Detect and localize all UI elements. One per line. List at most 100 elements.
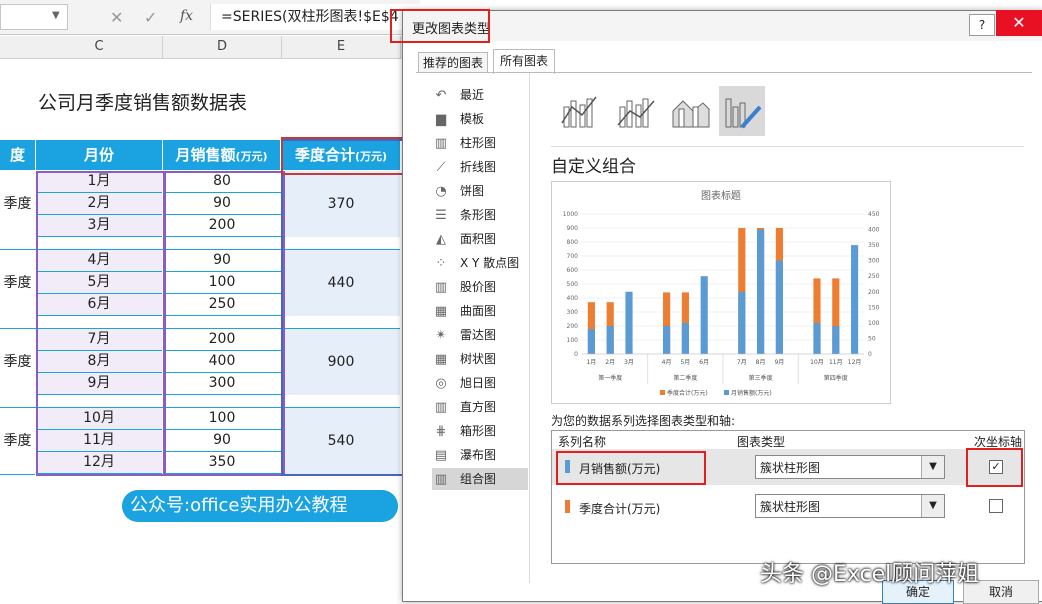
quarter-cell[interactable]: 季度 — [0, 250, 35, 317]
tab-recommended-charts[interactable]: 推荐的图表 — [418, 52, 489, 73]
col-chart-type: 图表类型 — [737, 435, 786, 449]
chart-category-icon: ◭ — [436, 232, 446, 247]
chart-category-item[interactable]: ◭ 面积图 — [432, 228, 528, 250]
x-group-label: 第四季度 — [824, 374, 848, 382]
chart-category-icon: ▤ — [434, 448, 448, 463]
chart-category-label: 最近 — [460, 88, 485, 102]
y-tick-left: 700 — [567, 253, 579, 260]
quarter-cell[interactable]: 季度 — [0, 171, 35, 238]
chart-category-item[interactable]: ▦ 树状图 — [432, 348, 528, 370]
chart-preview-svg: 图表标题 10009008007006005004003002001000450… — [563, 189, 880, 397]
header-sales-label: 月销售额 — [175, 146, 236, 164]
y-tick-right: 150 — [868, 304, 880, 311]
quarter-cell[interactable]: 季度 — [0, 408, 35, 475]
help-button[interactable]: ? — [969, 14, 995, 36]
x-tick-label: 6月 — [699, 359, 709, 366]
chart-category-item[interactable]: ▆ 模板 — [432, 108, 528, 130]
chart-category-item[interactable]: ↶ 最近 — [432, 84, 528, 106]
column-header-c[interactable]: C — [36, 36, 163, 58]
combo-subtype-1-icon[interactable] — [557, 86, 603, 136]
y-tick-left: 900 — [567, 225, 579, 232]
selection-range-header — [281, 137, 405, 175]
chart-category-icon: ⁘ — [435, 256, 447, 271]
bar-sales — [700, 276, 708, 354]
legend-swatch-total — [660, 390, 665, 395]
dropdown-arrow-icon[interactable]: ▼ — [921, 495, 944, 517]
combo-subtype-2-icon-svg — [617, 98, 655, 128]
chart-category-item[interactable]: ⁘ X Y 散点图 — [432, 252, 528, 274]
cancel-formula-icon[interactable]: ✕ — [110, 8, 123, 27]
name-box-dropdown-icon[interactable]: ▼ — [52, 10, 60, 21]
x-tick-label: 3月 — [624, 359, 634, 366]
combo-subtype-2-icon[interactable] — [613, 86, 659, 136]
chart-category-label: 箱形图 — [460, 424, 497, 438]
secondary-axis-checkbox-total[interactable] — [989, 499, 1003, 513]
x-group-label: 第二季度 — [673, 374, 697, 382]
combo-subtype-3-icon-svg — [672, 100, 710, 128]
combo-subtype-3-icon[interactable] — [668, 86, 714, 136]
chart-category-label: 瀑布图 — [460, 448, 497, 462]
chart-category-item[interactable]: ☰ 条形图 — [432, 204, 528, 226]
dropdown-arrow-icon[interactable]: ▼ — [921, 456, 944, 478]
legend-label-sales: 月销售额(万元) — [731, 389, 772, 397]
account-watermark: 公众号:office实用办公教程 — [122, 490, 398, 522]
combo-subtype-1-icon-svg — [561, 96, 597, 128]
chart-category-item[interactable]: ✴ 雷达图 — [432, 324, 528, 346]
series-name-total: 季度合计(万元) — [579, 502, 661, 516]
x-tick-label: 8月 — [756, 359, 766, 366]
y-tick-right: 450 — [868, 211, 880, 218]
bar-sales — [757, 229, 765, 354]
bar-sales — [775, 260, 783, 354]
chart-category-label: 树状图 — [460, 352, 497, 366]
legend-swatch-sales — [724, 390, 729, 395]
custom-combo-icon-svg — [725, 98, 762, 129]
custom-combo-label: 自定义组合 — [551, 157, 636, 177]
chart-category-item[interactable]: ▥ 直方图 — [432, 396, 528, 418]
x-tick-label: 7月 — [737, 359, 747, 366]
x-tick-label: 5月 — [680, 359, 690, 366]
chart-category-label: 雷达图 — [460, 328, 497, 342]
y-tick-right: 50 — [868, 335, 876, 342]
insert-function-icon[interactable]: fx — [180, 8, 193, 24]
bar-sales — [663, 326, 671, 354]
chart-category-item[interactable]: ▥ 柱形图 — [432, 132, 528, 154]
chart-type-value-sales: 簇状柱形图 — [760, 461, 821, 475]
series-prompt: 为您的数据系列选择图表类型和轴: — [551, 414, 736, 428]
y-tick-right: 350 — [868, 242, 880, 249]
chart-category-item[interactable]: ◎ 旭日图 — [432, 372, 528, 394]
custom-combo-icon[interactable] — [719, 86, 765, 136]
close-button[interactable]: ✕ — [996, 10, 1042, 36]
y-tick-left: 600 — [567, 267, 579, 274]
column-header-d[interactable]: D — [163, 36, 282, 58]
chart-type-select-sales[interactable]: 簇状柱形图 ▼ — [755, 455, 945, 479]
chart-type-select-total[interactable]: 簇状柱形图 ▼ — [755, 494, 945, 518]
chart-category-label: X Y 散点图 — [460, 256, 520, 270]
x-tick-label: 10月 — [810, 359, 824, 366]
quarter-cell[interactable]: 季度 — [0, 329, 35, 396]
selection-range-month — [36, 171, 166, 476]
tab-all-charts[interactable]: 所有图表 — [493, 49, 556, 74]
chart-category-label: 直方图 — [460, 400, 497, 414]
chart-category-item[interactable]: ▥ 股价图 — [432, 276, 528, 298]
chart-category-item[interactable]: ▦ 曲面图 — [432, 300, 528, 322]
title-highlight-box — [390, 9, 490, 43]
chart-category-item[interactable]: ▤ 瀑布图 — [432, 444, 528, 466]
y-tick-left: 800 — [567, 239, 579, 246]
confirm-formula-icon[interactable]: ✓ — [144, 8, 157, 27]
chart-category-label: 组合图 — [460, 472, 497, 486]
chart-category-icon: ✴ — [435, 328, 447, 343]
chart-category-icon: ⟋ — [436, 160, 446, 175]
bar-sales — [606, 326, 614, 354]
chart-category-item[interactable]: ⟋ 折线图 — [432, 156, 528, 178]
header-quarter: 度 — [0, 140, 35, 170]
chart-category-icon: ▆ — [436, 112, 446, 127]
series-swatch-total — [565, 500, 570, 513]
chart-category-item[interactable]: ◔ 饼图 — [432, 180, 528, 202]
series-name-highlight — [556, 451, 706, 485]
y-tick-left: 300 — [567, 309, 579, 316]
y-tick-right: 300 — [868, 258, 880, 265]
chart-category-icon: ▥ — [434, 472, 448, 487]
chart-category-item[interactable]: ▥ 组合图 — [432, 468, 528, 490]
chart-category-item[interactable]: ⋕ 箱形图 — [432, 420, 528, 442]
column-header-e[interactable]: E — [282, 36, 401, 58]
